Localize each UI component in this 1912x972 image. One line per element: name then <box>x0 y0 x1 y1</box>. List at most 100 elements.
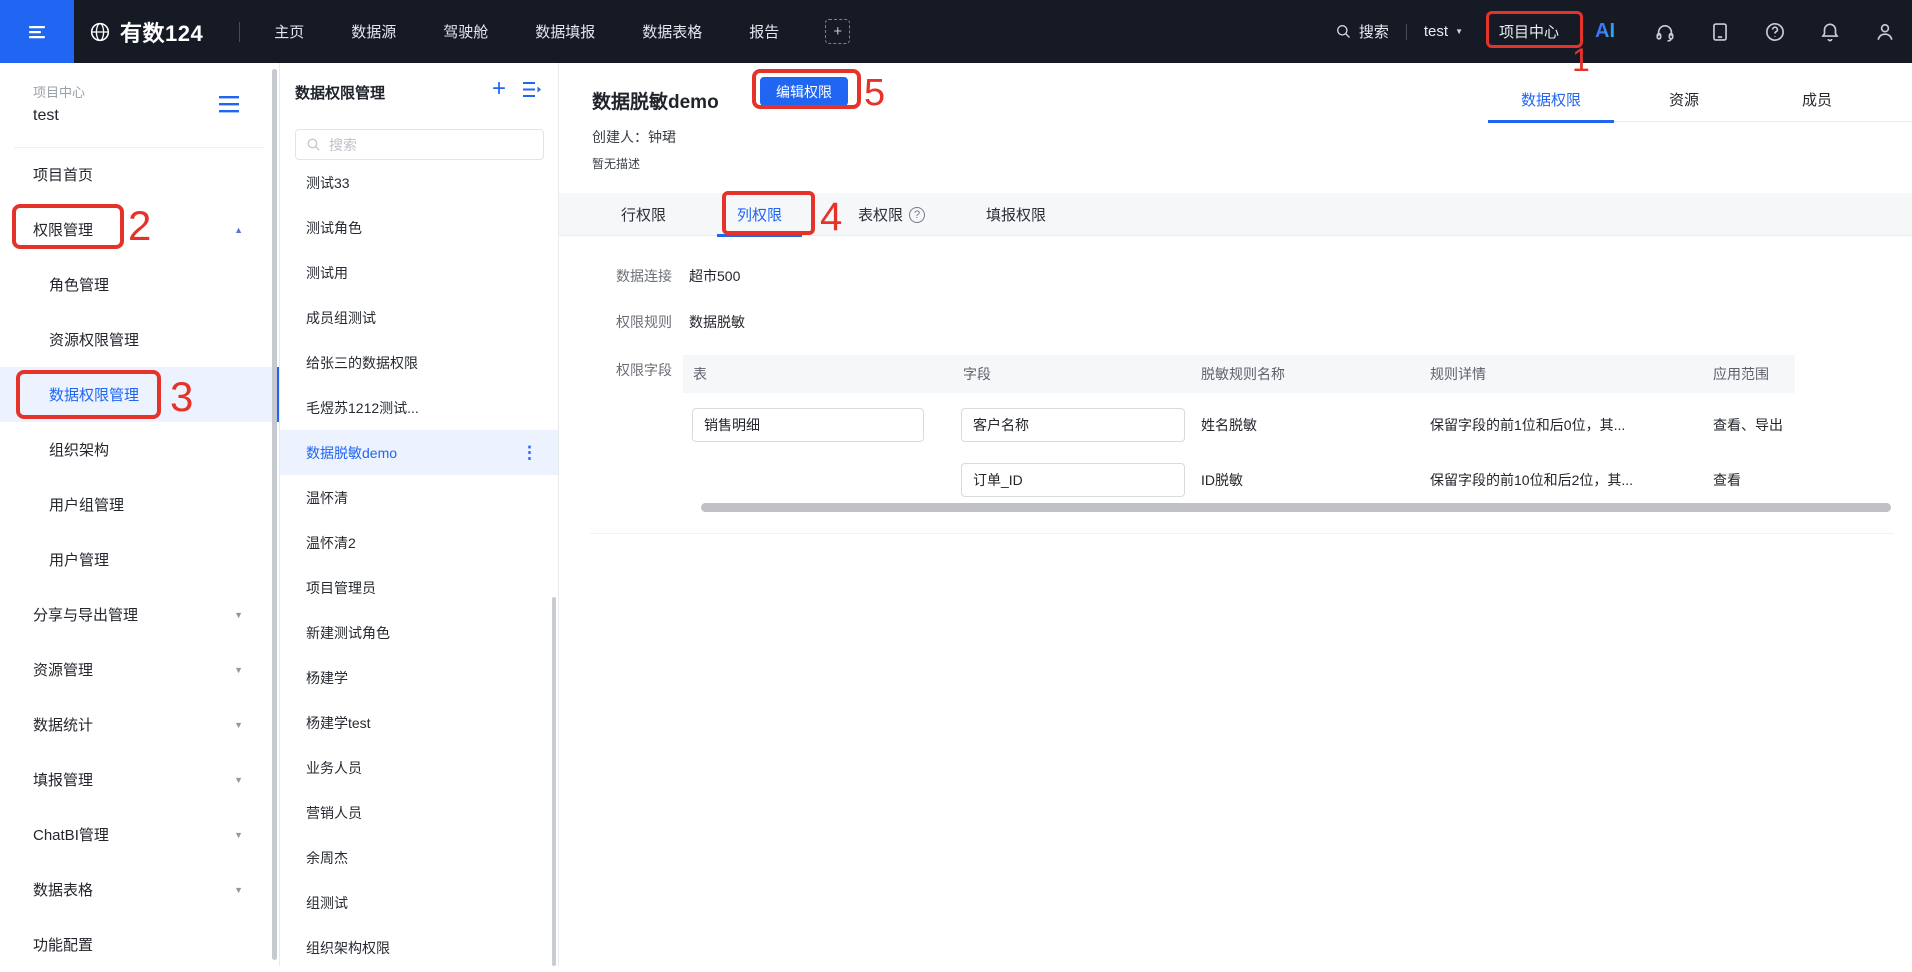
edit-permission-button[interactable]: 编辑权限 <box>760 77 848 106</box>
scope-cell: 查看 <box>1703 470 1795 490</box>
panel-scrollbar[interactable] <box>552 597 556 966</box>
tab-table-permission[interactable]: 表权限 ? <box>838 193 945 236</box>
nav-data-table[interactable]: 数据表格 <box>642 21 702 42</box>
mobile-app-button[interactable] <box>1709 21 1731 43</box>
notifications-button[interactable] <box>1819 21 1841 43</box>
list-item[interactable]: 测试33 <box>280 160 558 205</box>
table-header: 表 字段 脱敏规则名称 规则详情 应用范围 <box>683 355 1795 393</box>
list-item[interactable]: 测试用 <box>280 250 558 295</box>
list-item[interactable]: 毛煜苏1212测试... <box>280 385 558 430</box>
col-header-table: 表 <box>683 364 953 384</box>
sidebar-item-user-mgmt[interactable]: 用户管理 <box>0 532 279 587</box>
sidebar-collapse-button[interactable] <box>219 96 239 118</box>
global-search[interactable]: 搜索 <box>1335 21 1389 42</box>
list-item[interactable]: 成员组测试 <box>280 295 558 340</box>
tab-label: 行权限 <box>621 204 666 225</box>
sidebar-item-org-structure[interactable]: 组织架构 <box>0 422 279 477</box>
list-item[interactable]: 项目管理员 <box>280 565 558 610</box>
hamburger-icon <box>219 96 239 113</box>
sidebar-item-function-config[interactable]: 功能配置 <box>0 917 279 972</box>
list-item[interactable]: 组测试 <box>280 880 558 925</box>
sidebar-item-share-export-mgmt[interactable]: 分享与导出管理 ▼ <box>0 587 279 642</box>
nav-report[interactable]: 报告 <box>749 21 779 42</box>
sidebar-item-resource-mgmt[interactable]: 资源管理 ▼ <box>0 642 279 697</box>
list-item[interactable]: 新建测试角色 <box>280 610 558 655</box>
field-name-input[interactable]: 客户名称 <box>961 408 1185 442</box>
sidebar-item-data-statistics[interactable]: 数据统计 ▼ <box>0 697 279 752</box>
account-button[interactable] <box>1874 21 1896 43</box>
tab-label: 成员 <box>1802 89 1832 110</box>
sidebar-item-label: 分享与导出管理 <box>33 604 138 625</box>
list-item-label: 营销人员 <box>306 803 362 823</box>
sidebar-section-label: 项目中心 <box>33 82 85 101</box>
rule-name-cell: ID脱敏 <box>1191 470 1420 490</box>
sidebar-item-label: ChatBI管理 <box>33 824 109 845</box>
list-item[interactable]: 营销人员 <box>280 790 558 835</box>
help-circle-icon[interactable]: ? <box>909 207 925 223</box>
list-item-label: 温怀清2 <box>306 533 356 553</box>
list-item[interactable]: 温怀清 <box>280 475 558 520</box>
project-center-button[interactable]: 项目中心 <box>1487 15 1571 48</box>
list-item-selected[interactable]: 数据脱敏demo ⋮ <box>280 430 558 475</box>
list-item[interactable]: 温怀清2 <box>280 520 558 565</box>
list-item-label: 杨建学test <box>306 713 371 733</box>
tab-label: 填报权限 <box>986 204 1046 225</box>
table-name-input[interactable]: 销售明细 <box>692 408 924 442</box>
sidebar-item-chatbi-mgmt[interactable]: ChatBI管理 ▼ <box>0 807 279 862</box>
sidebar-item-data-table[interactable]: 数据表格 ▼ <box>0 862 279 917</box>
table-row: 销售明细 客户名称 姓名脱敏 保留字段的前1位和后0位，其... 查看、导出 <box>683 402 1795 448</box>
tab-resources[interactable]: 资源 <box>1621 77 1747 121</box>
ai-assistant-button[interactable]: AI <box>1595 20 1615 43</box>
role-search-input[interactable]: 搜索 <box>295 129 544 160</box>
app-logo[interactable]: 有数124 <box>89 16 203 48</box>
panel-actions: + <box>492 77 542 101</box>
workspace-dropdown[interactable]: test ▼ <box>1424 23 1463 40</box>
list-item[interactable]: 业务人员 <box>280 745 558 790</box>
support-button[interactable] <box>1654 21 1676 43</box>
top-bar: 有数124 主页 数据源 驾驶舱 数据填报 数据表格 报告 + 搜索 test … <box>0 0 1912 63</box>
list-item[interactable]: 杨建学test <box>280 700 558 745</box>
list-item-label: 温怀清 <box>306 488 348 508</box>
sidebar-scrollbar[interactable] <box>272 69 277 960</box>
list-item[interactable]: 杨建学 <box>280 655 558 700</box>
tab-row-permission[interactable]: 行权限 <box>601 193 686 236</box>
sidebar-item-filling-mgmt[interactable]: 填报管理 ▼ <box>0 752 279 807</box>
sidebar-item-project-home[interactable]: 项目首页 <box>0 147 279 202</box>
tab-data-permission[interactable]: 数据权限 <box>1488 77 1614 121</box>
field-data-connection: 数据连接 超市500 <box>616 266 740 286</box>
tab-members[interactable]: 成员 <box>1754 77 1880 121</box>
list-item[interactable]: 测试角色 <box>280 205 558 250</box>
sidebar-item-role-mgmt[interactable]: 角色管理 <box>0 257 279 312</box>
list-item[interactable]: 组织架构权限 <box>280 925 558 970</box>
field-name-input[interactable]: 订单_ID <box>961 463 1185 497</box>
tab-column-permission[interactable]: 列权限 <box>717 193 802 236</box>
nav-data-filling[interactable]: 数据填报 <box>535 21 595 42</box>
horizontal-scrollbar[interactable] <box>701 503 1891 512</box>
sidebar-item-data-perm-mgmt[interactable]: 数据权限管理 <box>0 367 279 422</box>
help-button[interactable] <box>1764 21 1786 43</box>
tab-label: 表权限 <box>858 204 903 225</box>
main-menu-button[interactable] <box>0 0 74 63</box>
nav-datasource[interactable]: 数据源 <box>351 21 396 42</box>
nav-dashboard[interactable]: 驾驶舱 <box>443 21 488 42</box>
list-item[interactable]: 余周杰 <box>280 835 558 880</box>
sidebar-item-label: 组织架构 <box>49 439 109 460</box>
rule-name-cell: 姓名脱敏 <box>1191 415 1420 435</box>
tab-label: 资源 <box>1669 89 1699 110</box>
topbar-right: 搜索 test ▼ 项目中心 AI <box>1335 15 1912 48</box>
list-item[interactable]: 给张三的数据权限 <box>280 340 558 385</box>
kebab-menu-icon[interactable]: ⋮ <box>521 443 538 463</box>
sidebar-item-label: 权限管理 <box>33 219 93 240</box>
sidebar-item-permission-mgmt[interactable]: 权限管理 ▲ <box>0 202 279 257</box>
add-role-button[interactable]: + <box>492 77 506 101</box>
sidebar-item-usergroup-mgmt[interactable]: 用户组管理 <box>0 477 279 532</box>
sidebar-item-resource-perm-mgmt[interactable]: 资源权限管理 <box>0 312 279 367</box>
collapse-list-button[interactable] <box>523 81 542 98</box>
list-item-label: 杨建学 <box>306 668 348 688</box>
list-item-label: 测试角色 <box>306 218 362 238</box>
tab-filling-permission[interactable]: 填报权限 <box>966 193 1066 236</box>
sidebar-item-label: 用户组管理 <box>49 494 124 515</box>
add-tab-button[interactable]: + <box>825 19 850 44</box>
nav-home[interactable]: 主页 <box>274 21 304 42</box>
panel-title: 数据权限管理 <box>295 82 385 103</box>
